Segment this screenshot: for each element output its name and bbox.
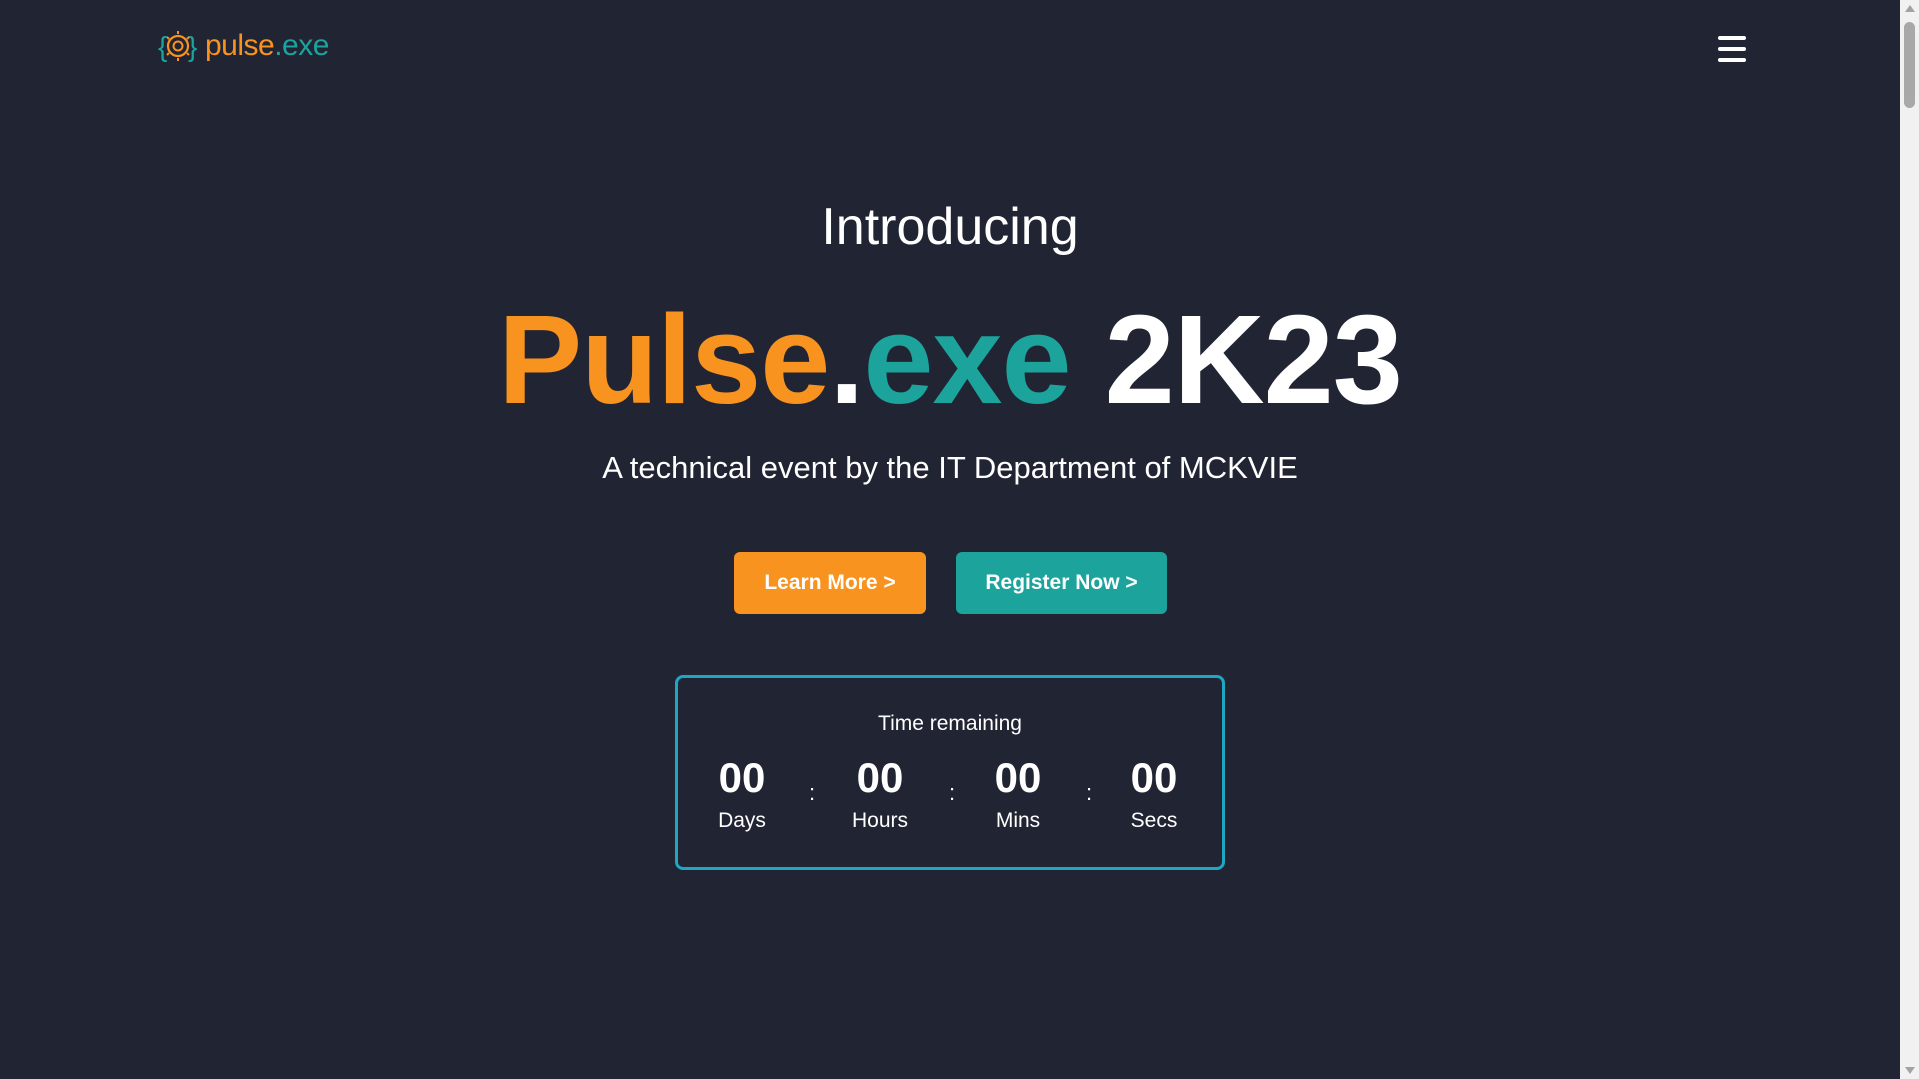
scroll-up-arrow-icon[interactable] (1900, 0, 1919, 17)
menu-bar-bottom (1718, 58, 1746, 62)
countdown-mins-value: 00 (994, 754, 1042, 801)
countdown-separator: : (1085, 780, 1093, 805)
countdown-separator: : (808, 780, 816, 805)
register-now-button[interactable]: Register Now > (956, 552, 1167, 614)
title-year: 2K23 (1104, 289, 1403, 430)
page: { } pulse.exe Introducing Pulse.exe 2K23… (0, 0, 1919, 1079)
hamburger-menu-icon[interactable] (1716, 34, 1748, 64)
menu-bar-middle (1718, 47, 1746, 51)
countdown-days-value: 00 (718, 754, 766, 801)
countdown-secs: 00 Secs (1099, 753, 1209, 835)
countdown-secs-value: 00 (1130, 754, 1178, 801)
logo-word-pulse: pulse (205, 29, 275, 62)
countdown-hours-label: Hours (851, 809, 909, 832)
countdown-days-label: Days (718, 809, 766, 832)
scrollbar-thumb[interactable] (1904, 22, 1915, 108)
menu-bar-top (1718, 36, 1746, 40)
svg-text:}: } (188, 31, 197, 62)
brain-chip-icon: { } (157, 28, 199, 64)
logo-text: pulse.exe (205, 28, 329, 64)
event-subtitle: A technical event by the IT Department o… (602, 450, 1298, 485)
title-dot: . (829, 289, 864, 430)
learn-more-button[interactable]: Learn More > (734, 552, 926, 614)
event-title: Pulse.exe 2K23 (0, 290, 1900, 430)
countdown-hours: 00 Hours (825, 753, 935, 835)
title-exe: exe (863, 289, 1071, 430)
countdown-hours-value: 00 (856, 754, 904, 801)
countdown-separator: : (948, 780, 956, 805)
countdown-title: Time remaining (878, 712, 1022, 735)
countdown-box: Time remaining 00 Days : 00 Hours : 00 M… (675, 675, 1225, 870)
site-logo[interactable]: { } pulse.exe (157, 28, 329, 64)
scroll-down-arrow-icon[interactable] (1900, 1062, 1919, 1079)
title-pulse: Pulse (498, 289, 830, 430)
countdown-days: 00 Days (687, 753, 797, 835)
svg-text:{: { (158, 31, 167, 62)
countdown-mins-label: Mins (995, 809, 1041, 832)
logo-word-exe: .exe (274, 29, 329, 62)
countdown-secs-label: Secs (1130, 809, 1178, 832)
intro-heading: Introducing (821, 198, 1079, 256)
page-scrollbar[interactable] (1900, 0, 1919, 1079)
countdown-mins: 00 Mins (963, 753, 1073, 835)
